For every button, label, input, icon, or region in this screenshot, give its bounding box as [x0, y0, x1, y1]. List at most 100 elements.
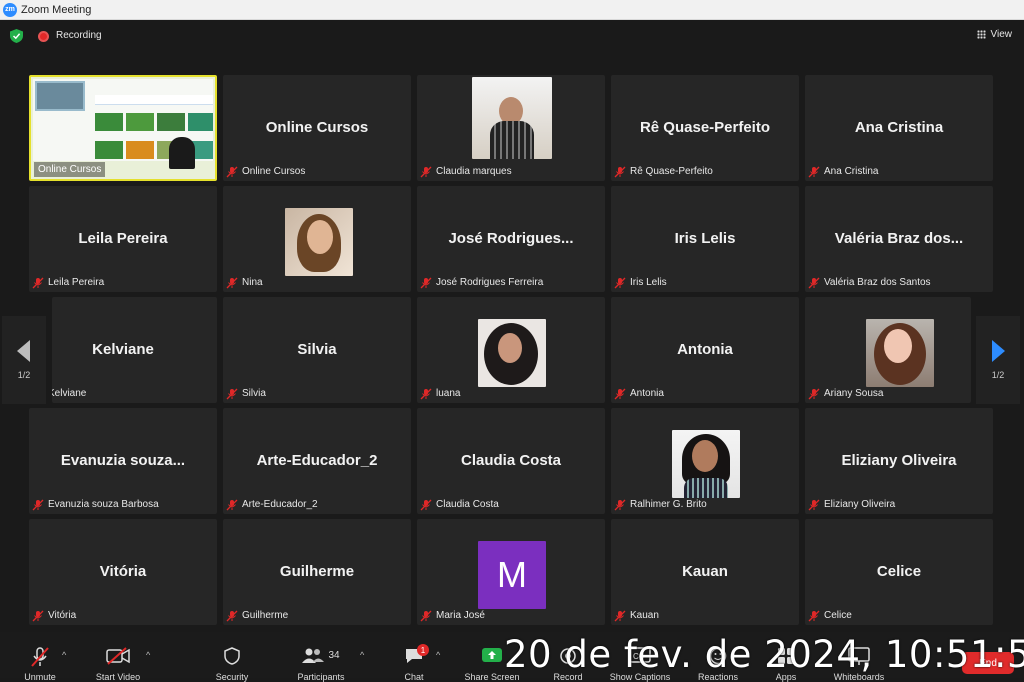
mic-muted-icon — [614, 388, 626, 399]
participant-name-label: Kauan — [614, 608, 659, 623]
participant-name-label: Celice — [808, 608, 852, 623]
participant-name-label: Kelviane — [52, 386, 86, 401]
mic-muted-icon — [420, 499, 432, 510]
participant-tile[interactable]: Iris Lelis Iris Lelis — [611, 186, 799, 292]
participant-tile[interactable]: Claudia marques — [417, 75, 605, 181]
participant-display-name: Online Cursos — [265, 119, 369, 136]
video-options-chevron-icon[interactable]: ^ — [146, 650, 150, 660]
participant-tile[interactable]: M Maria José — [417, 519, 605, 625]
participant-display-name: Silvia — [297, 341, 337, 358]
next-page-button[interactable]: 1/2 — [976, 316, 1020, 404]
mic-muted-icon — [226, 277, 238, 288]
participant-display-name: Celice — [876, 563, 922, 580]
participant-tile[interactable]: Claudia Costa Claudia Costa — [417, 408, 605, 514]
participants-icon — [302, 648, 325, 663]
participant-tile[interactable]: Nina — [223, 186, 411, 292]
mic-muted-icon — [808, 277, 820, 288]
participant-display-name: Iris Lelis — [674, 230, 736, 247]
participant-tile[interactable]: Antonia Antonia — [611, 297, 799, 403]
participant-tile-screen-share[interactable]: Online Cursos — [29, 75, 217, 181]
chat-unread-badge: 1 — [417, 644, 429, 656]
zoom-logo-icon: zm — [3, 2, 17, 17]
participant-tile[interactable]: Silvia Silvia — [223, 297, 411, 403]
meeting-topbar: Recording View — [0, 20, 1024, 52]
participant-tile[interactable]: Kauan Kauan — [611, 519, 799, 625]
participant-display-name: Vitória — [99, 563, 147, 580]
participant-name-label: Claudia marques — [420, 164, 512, 179]
participant-display-name: Eliziany Oliveira — [841, 452, 957, 469]
view-button[interactable]: View — [976, 29, 1012, 40]
participant-name-label: Rê Quase-Perfeito — [614, 164, 713, 179]
participant-name-label: Maria José — [420, 608, 485, 623]
participant-name-label: Vitória — [32, 608, 76, 623]
participant-name-label: Silvia — [226, 386, 266, 401]
participant-tile[interactable]: Eliziany Oliveira Eliziany Oliveira — [805, 408, 993, 514]
participant-name-label: luana — [420, 386, 460, 401]
page-indicator-left: 1/2 — [17, 370, 31, 380]
participant-tile[interactable]: Rê Quase-Perfeito Rê Quase-Perfeito — [611, 75, 799, 181]
microphone-muted-icon — [31, 647, 49, 667]
participant-tile[interactable]: José Rodrigues... José Rodrigues Ferreir… — [417, 186, 605, 292]
participant-display-name: Arte-Educador_2 — [256, 452, 378, 469]
unmute-button[interactable]: Unmute — [20, 632, 60, 682]
grid-view-icon — [976, 30, 986, 39]
participant-tile[interactable]: Kelviane Kelviane — [52, 297, 217, 403]
shared-screen-thumbnail — [33, 79, 213, 169]
window-titlebar: zm Zoom Meeting — [0, 0, 1024, 20]
chat-label: Chat — [404, 672, 424, 682]
mic-muted-icon — [420, 610, 432, 621]
mic-muted-icon — [226, 166, 238, 177]
recording-label[interactable]: Recording — [56, 30, 102, 41]
participant-avatar-photo — [478, 319, 546, 387]
chat-options-chevron-icon[interactable]: ^ — [436, 650, 440, 660]
participant-tile[interactable]: Evanuzia souza... Evanuzia souza Barbosa — [29, 408, 217, 514]
participant-name-label: Online Cursos — [226, 164, 305, 179]
participant-tile[interactable]: Ana Cristina Ana Cristina — [805, 75, 993, 181]
participant-tile[interactable]: Ariany Sousa — [805, 297, 971, 403]
gallery-view: 1/2 1/2 Online Cursos Online Cursos Onli… — [0, 52, 1024, 632]
participant-name-label: Ralhimer G. Brito — [614, 497, 707, 512]
previous-page-button[interactable]: 1/2 — [2, 316, 46, 404]
unmute-label: Unmute — [24, 672, 56, 682]
participant-avatar-photo — [285, 208, 353, 276]
chat-button[interactable]: 1 Chat — [396, 632, 432, 682]
participant-tile[interactable]: Ralhimer G. Brito — [611, 408, 799, 514]
security-label: Security — [215, 672, 249, 682]
participant-display-name: Leila Pereira — [78, 230, 168, 247]
recording-dot-icon[interactable] — [38, 31, 49, 42]
participant-name-label: Guilherme — [226, 608, 288, 623]
mic-muted-icon — [32, 499, 44, 510]
participant-display-name: Claudia Costa — [460, 452, 562, 469]
mic-muted-icon — [614, 499, 626, 510]
mic-muted-icon — [420, 277, 432, 288]
participant-name-label: Ariany Sousa — [808, 386, 883, 401]
participant-name-label: Eliziany Oliveira — [808, 497, 895, 512]
participant-name-label: Arte-Educador_2 — [226, 497, 318, 512]
participant-tile[interactable]: Guilherme Guilherme — [223, 519, 411, 625]
participant-video — [472, 77, 552, 159]
participant-tile[interactable]: Leila Pereira Leila Pereira — [29, 186, 217, 292]
encryption-shield-icon[interactable] — [10, 29, 23, 43]
timestamp-overlay: 20 de fev. de 2024, 10:51:57 — [504, 633, 1024, 676]
participant-tile[interactable]: Vitória Vitória — [29, 519, 217, 625]
participant-display-name: Rê Quase-Perfeito — [639, 119, 771, 136]
start-video-button[interactable]: Start Video — [90, 632, 146, 682]
participant-tile[interactable]: Valéria Braz dos... Valéria Braz dos San… — [805, 186, 993, 292]
participant-display-name: Valéria Braz dos... — [834, 230, 964, 247]
participants-button[interactable]: 34 Participants — [290, 632, 352, 682]
participant-tile[interactable]: Celice Celice — [805, 519, 993, 625]
audio-options-chevron-icon[interactable]: ^ — [62, 650, 66, 660]
participants-options-chevron-icon[interactable]: ^ — [360, 650, 364, 660]
participants-count: 34 — [328, 649, 340, 661]
security-button[interactable]: Security — [210, 632, 254, 682]
mic-muted-icon — [226, 499, 238, 510]
page-indicator-right: 1/2 — [991, 370, 1005, 380]
sign-language-interpreter — [169, 137, 195, 169]
participant-tile[interactable]: luana — [417, 297, 605, 403]
window-title: Zoom Meeting — [21, 3, 92, 16]
participants-label: Participants — [297, 672, 345, 682]
mic-muted-icon — [808, 166, 820, 177]
participant-name-label: Online Cursos — [34, 162, 106, 177]
participant-tile[interactable]: Online Cursos Online Cursos — [223, 75, 411, 181]
participant-tile[interactable]: Arte-Educador_2 Arte-Educador_2 — [223, 408, 411, 514]
